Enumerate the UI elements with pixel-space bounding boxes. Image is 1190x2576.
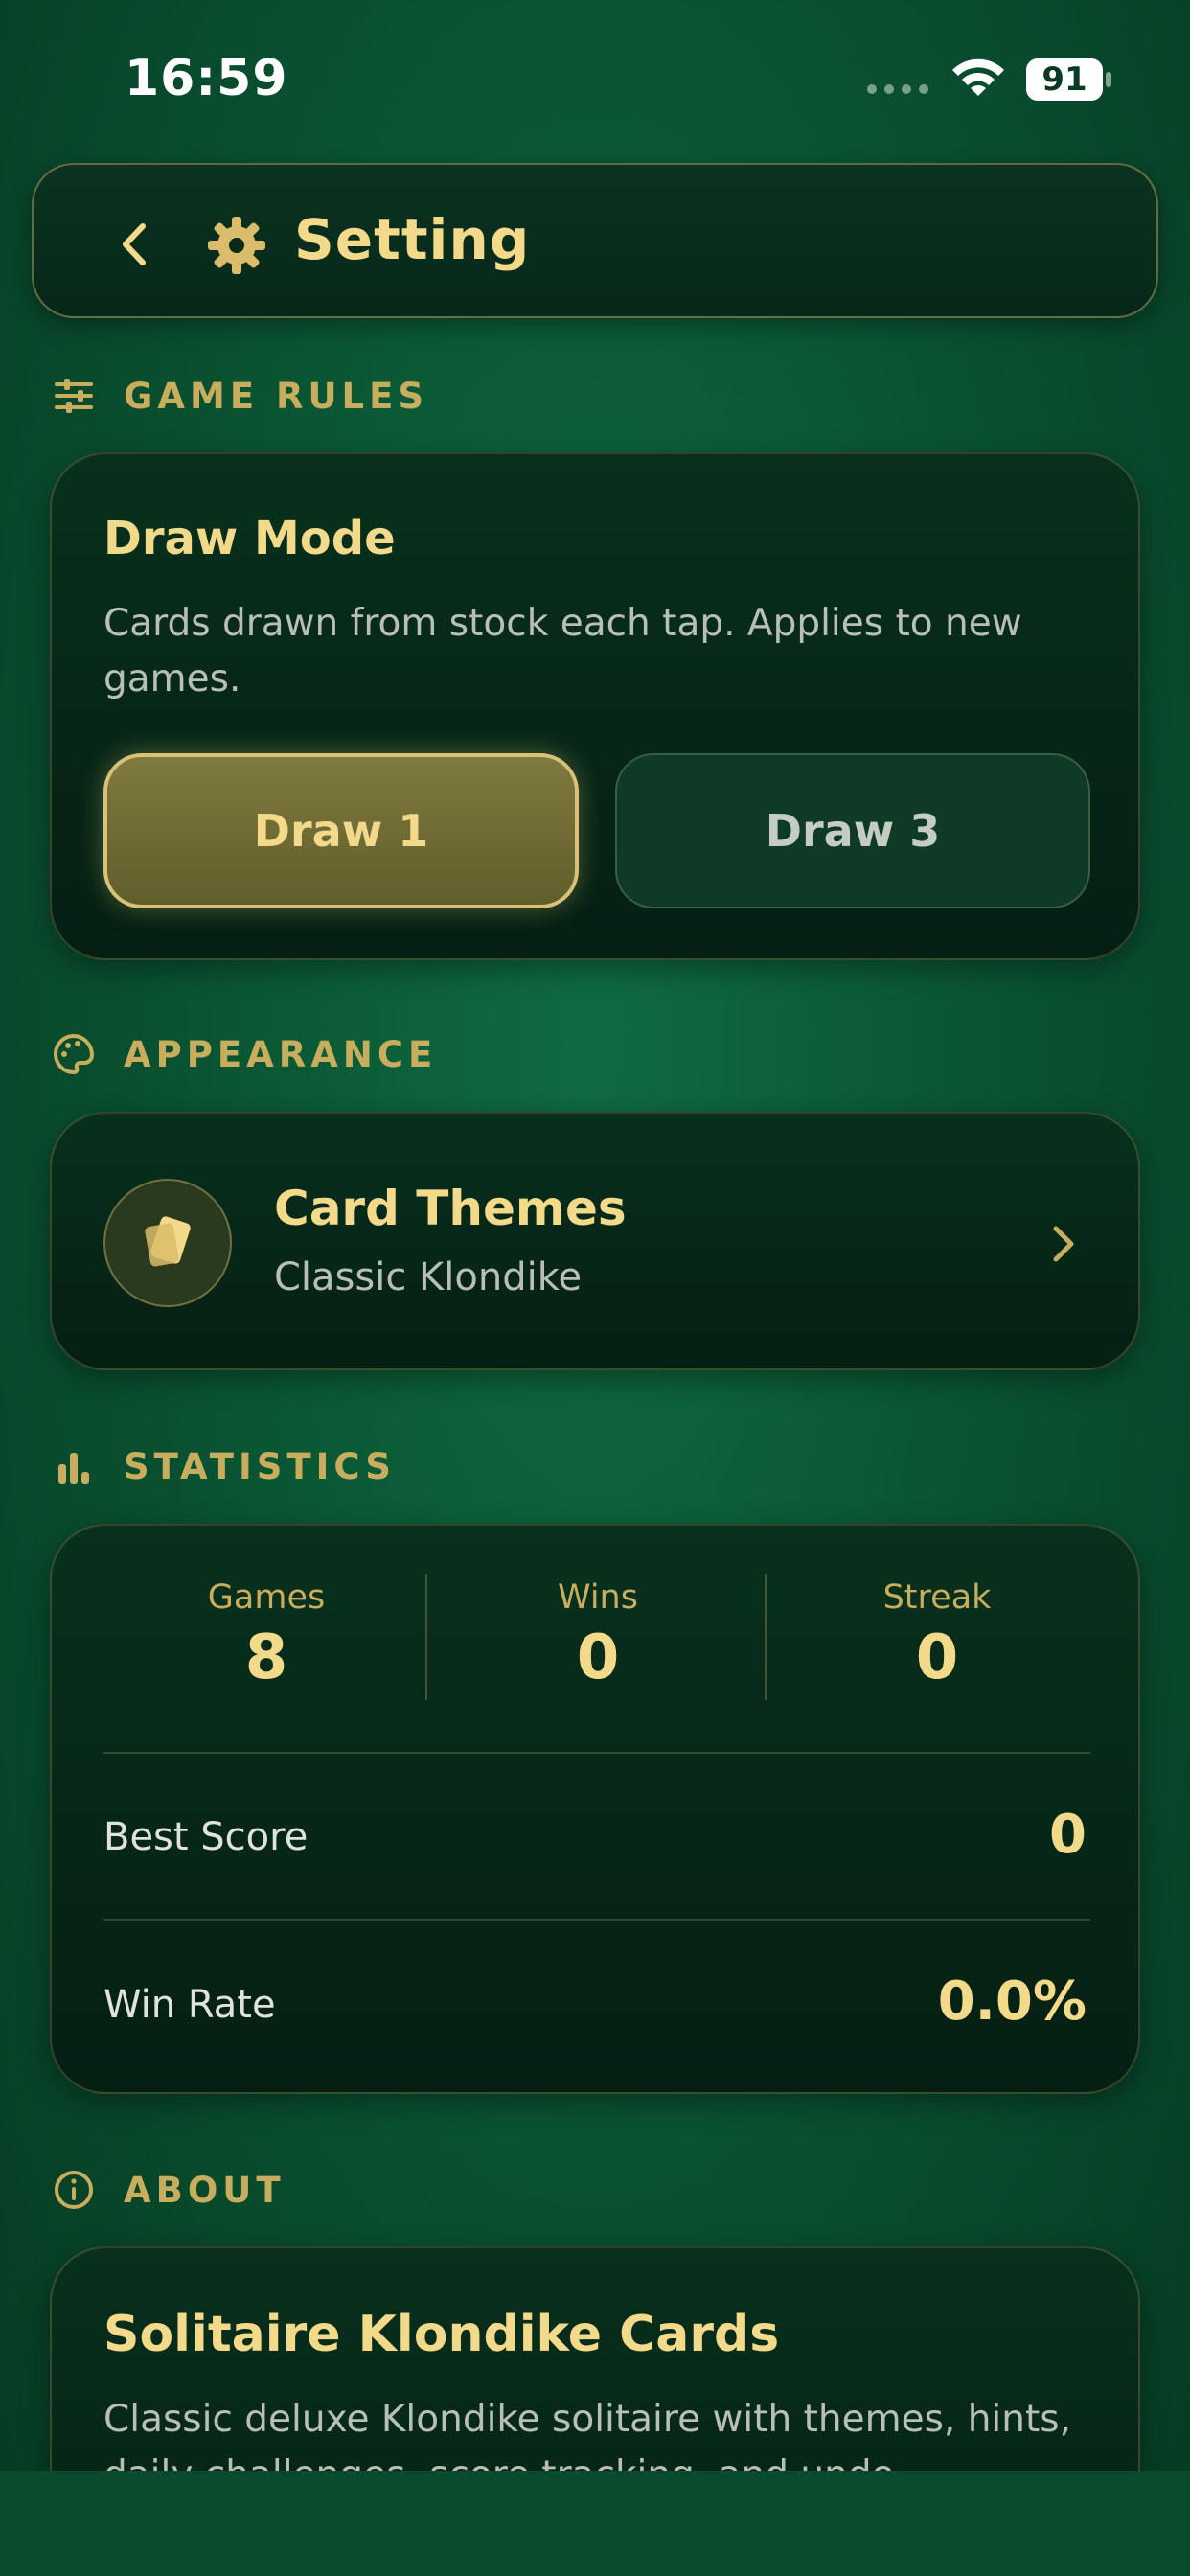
wifi-icon xyxy=(952,58,1004,96)
card-themes-current: Classic Klondike xyxy=(274,1255,583,1300)
stat-label: Games xyxy=(207,1578,326,1617)
section-statistics: STATISTICS xyxy=(53,1442,396,1490)
bar-chart-icon xyxy=(58,1453,89,1484)
battery-level: 91 xyxy=(1041,60,1087,99)
bottom-bar-background xyxy=(0,2471,1190,2576)
back-button[interactable] xyxy=(101,211,168,278)
stat-value: 0 xyxy=(915,1622,959,1693)
stat-games: Games 8 xyxy=(103,1578,429,1693)
cards-icon xyxy=(145,1216,191,1267)
section-appearance: APPEARANCE xyxy=(53,1030,437,1078)
draw-mode-title: Draw Mode xyxy=(103,512,396,565)
section-title: GAME RULES xyxy=(124,375,429,417)
about-title: Solitaire Klondike Cards xyxy=(103,2306,780,2363)
stat-wins: Wins 0 xyxy=(435,1578,761,1693)
divider xyxy=(425,1574,427,1700)
palette-icon xyxy=(54,1033,95,1075)
section-title: STATISTICS xyxy=(124,1445,396,1487)
win-rate-label: Win Rate xyxy=(103,1983,276,2027)
draw-mode-description: Cards drawn from stock each tap. Applies… xyxy=(103,602,1022,701)
info-icon xyxy=(55,2171,93,2209)
stat-value: 8 xyxy=(244,1622,288,1693)
section-game-rules: GAME RULES xyxy=(53,372,428,420)
page-title: Setting xyxy=(294,207,531,272)
stat-value: 0 xyxy=(576,1622,620,1693)
stat-streak: Streak 0 xyxy=(774,1578,1100,1693)
cellular-signal-icon xyxy=(867,84,928,94)
draw-1-button[interactable]: Draw 1 xyxy=(103,753,579,908)
draw-3-button[interactable]: Draw 3 xyxy=(615,753,1090,908)
status-bar: 16:59 91 xyxy=(0,0,1190,153)
card-theme-badge xyxy=(103,1179,232,1307)
divider xyxy=(765,1574,767,1700)
divider xyxy=(103,1919,1090,1920)
win-rate-value: 0.0% xyxy=(937,1970,1087,2033)
card-themes-title: Card Themes xyxy=(274,1181,627,1236)
header-bar: Setting xyxy=(32,163,1158,318)
draw-mode-card: Draw Mode Cards drawn from stock each ta… xyxy=(50,452,1140,960)
status-time: 16:59 xyxy=(125,50,288,107)
section-title: APPEARANCE xyxy=(124,1033,438,1075)
card-themes-row[interactable]: Card Themes Classic Klondike xyxy=(50,1112,1140,1370)
sliders-icon xyxy=(55,379,93,413)
chevron-right-icon xyxy=(1053,1226,1074,1262)
divider xyxy=(103,1752,1090,1754)
best-score-value: 0 xyxy=(1049,1804,1087,1866)
section-title: ABOUT xyxy=(124,2169,286,2211)
battery-icon: 91 xyxy=(1025,58,1113,102)
section-about: ABOUT xyxy=(53,2166,286,2214)
best-score-label: Best Score xyxy=(103,1815,309,1859)
stat-label: Wins xyxy=(558,1578,638,1617)
stat-label: Streak xyxy=(882,1578,992,1617)
statistics-card: Games 8 Wins 0 Streak 0 Best Score 0 Win… xyxy=(50,1524,1140,2094)
gear-icon xyxy=(208,217,265,274)
